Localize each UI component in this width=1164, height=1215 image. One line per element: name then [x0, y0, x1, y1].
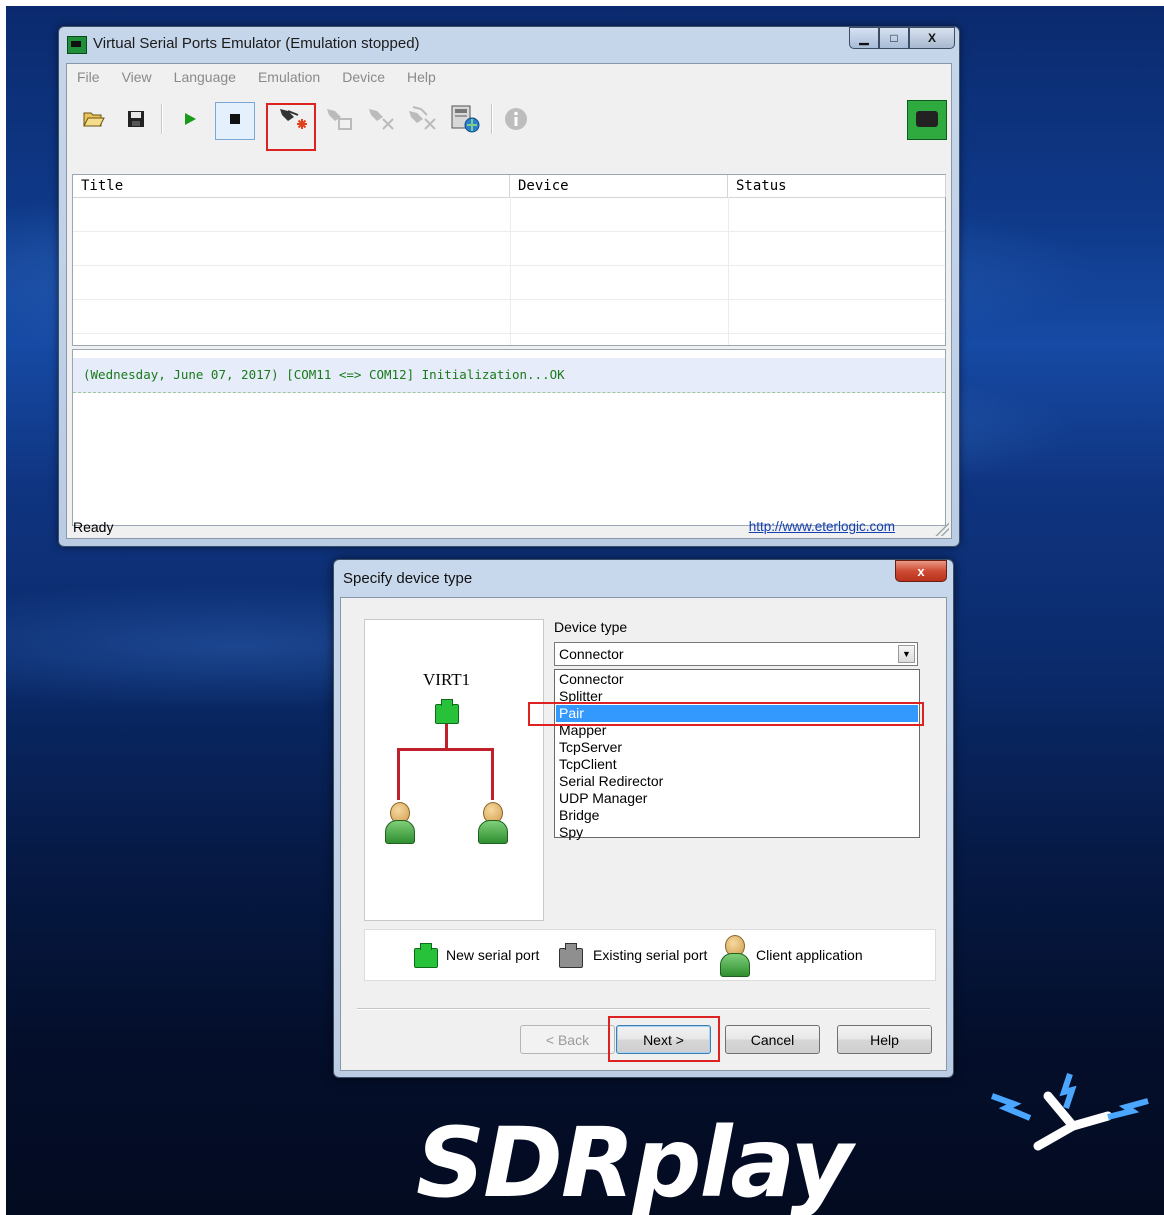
connection-wire — [445, 724, 448, 750]
connection-wire — [397, 748, 494, 751]
signal-bolt-icon — [990, 1073, 1149, 1121]
device-properties-icon[interactable] — [321, 104, 357, 134]
menu-emulation[interactable]: Emulation — [258, 69, 320, 85]
device-preview: VIRT1 — [364, 619, 544, 921]
menu-view[interactable]: View — [122, 69, 152, 85]
close-button[interactable]: X — [909, 27, 955, 49]
column-divider — [728, 197, 729, 345]
existing-serial-port-icon — [559, 943, 583, 968]
table-row[interactable] — [73, 266, 945, 300]
log-pane[interactable]: (Wednesday, June 07, 2017) [COM11 <=> CO… — [72, 349, 946, 526]
column-title[interactable]: Title — [73, 175, 510, 197]
legend-label: Existing serial port — [593, 947, 708, 963]
table-row[interactable] — [73, 232, 945, 266]
table-row[interactable] — [73, 198, 945, 232]
table-row[interactable] — [73, 300, 945, 334]
legend-existing-serial-port: Existing serial port — [559, 930, 707, 980]
new-device-highlight — [266, 103, 316, 151]
device-type-dropdown: Connector Splitter Pair Mapper TcpServer… — [554, 669, 920, 841]
website-link[interactable]: http://www.eterlogic.com — [749, 519, 895, 534]
open-icon[interactable] — [79, 104, 109, 134]
column-divider — [510, 197, 511, 345]
back-button[interactable]: < Back — [520, 1025, 615, 1054]
option-tcpserver[interactable]: TcpServer — [556, 739, 918, 756]
menu-language[interactable]: Language — [174, 69, 236, 85]
new-serial-port-icon — [435, 699, 459, 724]
client-application-icon — [478, 802, 508, 844]
status-bar: Ready http://www.eterlogic.com — [67, 516, 951, 538]
device-type-value: Connector — [559, 646, 624, 662]
status-text: Ready — [73, 519, 114, 535]
maximize-button[interactable]: □ — [879, 27, 909, 49]
chevron-down-icon[interactable]: ▼ — [898, 645, 915, 663]
delete-device-icon[interactable] — [363, 104, 399, 134]
delete-all-devices-icon[interactable] — [405, 104, 441, 134]
play-icon[interactable] — [175, 104, 205, 134]
menu-help[interactable]: Help — [407, 69, 436, 85]
network-settings-icon[interactable] — [447, 104, 483, 134]
legend-new-serial-port: New serial port — [414, 930, 539, 980]
logo-wordmark: SDRplay — [416, 1107, 856, 1215]
antenna-icon — [1033, 1091, 1113, 1151]
client-application-icon — [720, 935, 750, 977]
caption-buttons: ▁ □ X — [849, 27, 955, 49]
network-status-icon — [907, 100, 947, 140]
connection-wire — [397, 748, 400, 800]
resize-grip[interactable] — [935, 522, 949, 536]
dialog-client-area: VIRT1 Device type Connector ▼ Connector … — [340, 597, 947, 1071]
column-device[interactable]: Device — [510, 175, 728, 197]
minimize-button[interactable]: ▁ — [849, 27, 879, 49]
log-entry: (Wednesday, June 07, 2017) [COM11 <=> CO… — [73, 358, 945, 393]
menu-device[interactable]: Device — [342, 69, 385, 85]
toolbar-separator — [161, 104, 163, 134]
legend: New serial port Existing serial port Cli… — [364, 929, 936, 981]
legend-label: New serial port — [446, 947, 540, 963]
cancel-button[interactable]: Cancel — [725, 1025, 820, 1054]
pair-highlight — [528, 702, 924, 726]
specify-device-type-dialog: Specify device type x VIRT1 Device type … — [333, 559, 954, 1078]
legend-label: Client application — [756, 947, 863, 963]
menu-file[interactable]: File — [77, 69, 100, 85]
about-icon[interactable] — [501, 104, 531, 134]
title-bar[interactable]: Virtual Serial Ports Emulator (Emulation… — [59, 27, 959, 61]
menu-bar: File View Language Emulation Device Help — [67, 64, 951, 90]
stop-icon[interactable] — [220, 104, 250, 134]
device-type-select[interactable]: Connector ▼ — [554, 642, 918, 666]
next-button-highlight — [608, 1016, 720, 1062]
option-serial-redirector[interactable]: Serial Redirector — [556, 773, 918, 790]
dialog-close-button[interactable]: x — [895, 560, 947, 582]
main-client-area: File View Language Emulation Device Help — [66, 63, 952, 539]
option-tcpclient[interactable]: TcpClient — [556, 756, 918, 773]
column-status[interactable]: Status — [728, 175, 946, 197]
device-type-label: Device type — [554, 619, 628, 635]
option-bridge[interactable]: Bridge — [556, 807, 918, 824]
help-button[interactable]: Help — [837, 1025, 932, 1054]
window-title: Virtual Serial Ports Emulator (Emulation… — [93, 35, 420, 52]
device-list-header: Title Device Status — [73, 175, 946, 198]
dialog-separator — [357, 1008, 930, 1010]
dialog-title: Specify device type — [343, 570, 473, 587]
app-icon — [67, 36, 87, 54]
legend-client-application: Client application — [720, 930, 863, 980]
option-connector[interactable]: Connector — [556, 671, 918, 688]
client-application-icon — [385, 802, 415, 844]
option-spy[interactable]: Spy — [556, 824, 918, 841]
vspe-main-window: Virtual Serial Ports Emulator (Emulation… — [58, 26, 960, 547]
new-serial-port-icon — [414, 943, 438, 968]
preview-port-label: VIRT1 — [423, 670, 471, 689]
sdrplay-logo: SDRplay — [408, 1066, 1164, 1215]
save-icon[interactable] — [121, 104, 151, 134]
desktop-background: Virtual Serial Ports Emulator (Emulation… — [6, 6, 1164, 1215]
option-udp-manager[interactable]: UDP Manager — [556, 790, 918, 807]
toolbar-separator — [491, 104, 493, 134]
toolbar — [67, 92, 951, 151]
device-list[interactable]: Title Device Status — [72, 174, 946, 346]
connection-wire — [491, 748, 494, 800]
